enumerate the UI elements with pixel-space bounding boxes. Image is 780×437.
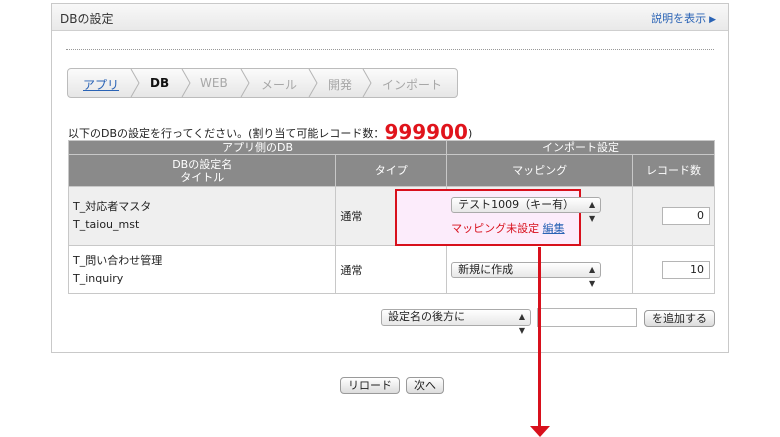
panel-title: DBの設定: [60, 12, 114, 26]
column-header-name-line1: DBの設定名: [172, 157, 233, 171]
db-title: T_taiou_mst: [73, 218, 140, 231]
db-title: T_inquiry: [73, 271, 124, 285]
chevron-right-icon: [240, 69, 250, 97]
callout-arrow-line: [538, 247, 541, 428]
mapping-select-value: 新規に作成: [458, 262, 514, 276]
chevron-right-icon: [308, 69, 318, 97]
mapping-select[interactable]: 新規に作成 ▲ ▼: [451, 261, 602, 288]
mapping-select[interactable]: テスト1009（キー有） ▲ ▼: [451, 197, 602, 223]
triangle-right-icon: ▶: [709, 15, 716, 25]
record-count-input[interactable]: 10: [662, 260, 710, 279]
column-header-records: レコード数: [632, 154, 715, 187]
table-row: T_対応者マスタ T_taiou_mst 通常 テスト1009（キー有） ▲ ▼ マッ…: [67, 186, 715, 246]
select-arrows-icon: ▲ ▼: [588, 264, 596, 288]
show-help-label: 説明を表示: [651, 12, 707, 25]
table-row: T_問い合わせ管理 T_inquiry 通常 新規に作成 ▲ ▼ 10: [67, 245, 715, 294]
chevron-right-icon: [130, 69, 140, 97]
db-settings-panel: DBの設定 説明を表示 ▶ アプリ DB WEB メール 開発 インポート 以下の…: [51, 3, 729, 353]
chevron-right-icon: [362, 69, 372, 97]
next-button[interactable]: 次へ: [406, 377, 444, 394]
new-setting-name-input[interactable]: [537, 308, 637, 327]
add-button[interactable]: を追加する: [644, 310, 715, 327]
step-db: DB: [150, 76, 170, 90]
show-help-link[interactable]: 説明を表示 ▶: [651, 10, 716, 26]
db-name: T_対応者マスタ: [73, 200, 152, 213]
instruction-suffix: ): [467, 127, 473, 140]
select-arrows-icon: ▲ ▼: [518, 312, 525, 335]
chevron-right-icon: [181, 69, 191, 97]
group-header-app-db: アプリ側のDB: [67, 140, 448, 155]
position-select-value: 設定名の後方に: [388, 310, 465, 323]
step-dev: 開発: [328, 78, 353, 92]
db-name: T_問い合わせ管理: [73, 253, 163, 267]
arrow-down-icon: [530, 426, 550, 437]
reload-button[interactable]: リロード: [340, 377, 400, 394]
db-settings-table: アプリ側のDB インポート設定 DBの設定名 タイトル タイプ マッピング レコー…: [67, 140, 715, 294]
column-header-type: タイプ: [335, 154, 448, 187]
step-breadcrumb: アプリ DB WEB メール 開発 インポート: [67, 68, 458, 98]
mapping-select-value: テスト1009（キー有）: [458, 198, 575, 211]
column-header-mapping: マッピング: [446, 154, 634, 187]
db-type: 通常: [335, 245, 448, 294]
record-count-input[interactable]: 0: [662, 207, 710, 225]
step-app[interactable]: アプリ: [83, 76, 119, 93]
step-import: インポート: [382, 78, 443, 92]
instruction-prefix: 以下のDBの設定を行ってください。(割り当て可能レコード数：: [68, 127, 385, 140]
column-header-name-line2: タイトル: [180, 170, 225, 184]
edit-mapping-link[interactable]: 編集: [543, 222, 565, 235]
step-mail: メール: [261, 78, 298, 92]
column-header-name: DBの設定名 タイトル: [67, 154, 337, 187]
dotted-divider: [66, 49, 714, 50]
panel-header: DBの設定 説明を表示 ▶: [52, 4, 728, 31]
mapping-status: マッピング未設定: [451, 222, 540, 235]
position-select[interactable]: 設定名の後方に ▲ ▼: [381, 309, 531, 335]
step-web: WEB: [200, 76, 228, 90]
group-header-import: インポート設定: [446, 140, 715, 155]
